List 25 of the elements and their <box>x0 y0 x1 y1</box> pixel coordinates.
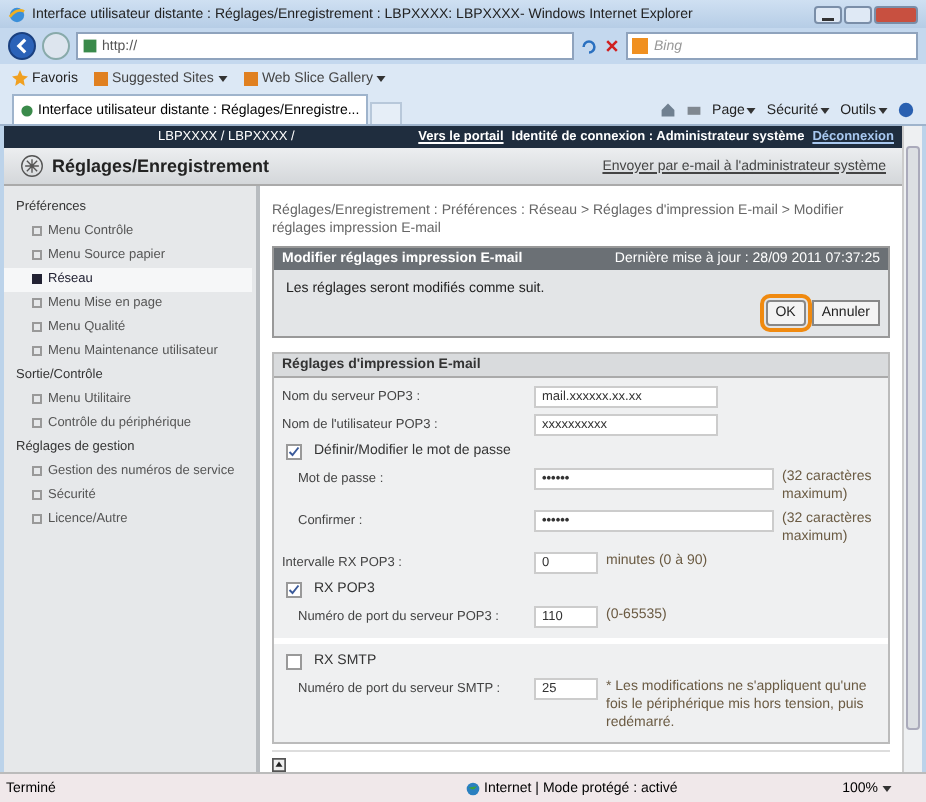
back-button[interactable] <box>8 32 36 60</box>
browser-icon <box>8 5 26 23</box>
caret-icon <box>746 107 757 113</box>
checkbox[interactable] <box>286 581 302 597</box>
home-icon[interactable] <box>660 102 677 118</box>
checkbox[interactable] <box>286 653 302 669</box>
caret-icon <box>376 75 387 81</box>
gear-icon <box>20 154 44 178</box>
site-icon <box>243 71 258 85</box>
caret-icon <box>217 75 228 81</box>
stop-icon[interactable] <box>604 38 620 54</box>
close-button[interactable] <box>874 5 918 23</box>
site-icon <box>93 71 108 85</box>
globe-icon <box>466 781 480 795</box>
checkbox[interactable] <box>286 443 302 459</box>
minimize-button[interactable] <box>814 5 842 23</box>
refresh-icon[interactable] <box>580 37 598 55</box>
search-engine-icon <box>632 38 648 54</box>
page-title: Réglages/Enregistrement <box>52 156 270 176</box>
scroll-top-icon[interactable] <box>272 758 286 772</box>
caret-icon <box>882 785 892 791</box>
star-icon <box>12 70 28 86</box>
scrollbar[interactable] <box>902 126 922 772</box>
caret-icon <box>820 107 831 113</box>
caret-icon <box>878 107 888 113</box>
